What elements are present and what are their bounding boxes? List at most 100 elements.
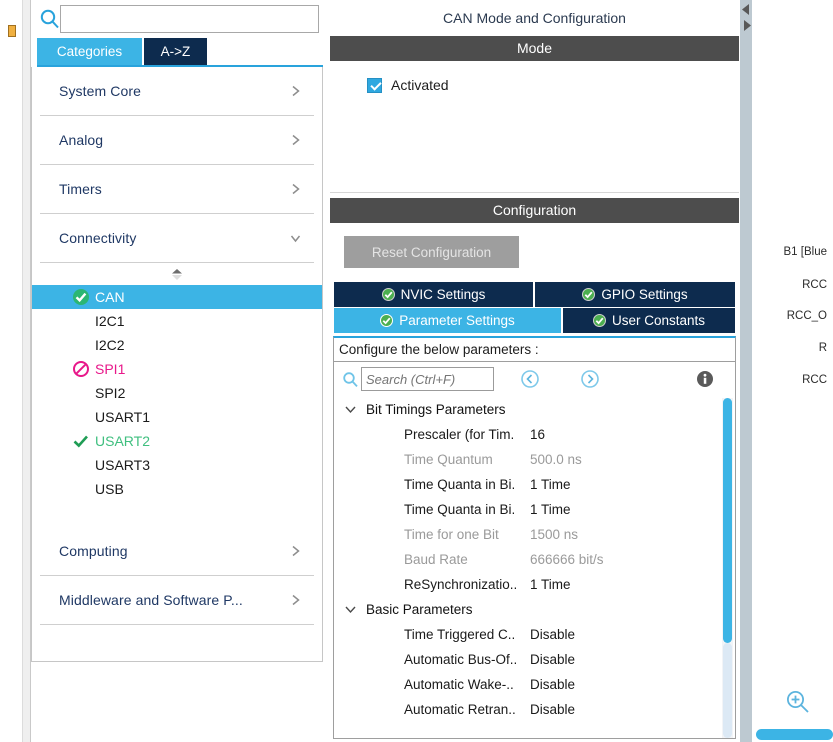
table-row: Time for one Bit 1500 ns (334, 522, 735, 547)
list-collapse-handle[interactable] (40, 263, 314, 285)
circle-forward-arrow-icon[interactable] (580, 369, 600, 389)
zoom-in-icon[interactable] (784, 688, 812, 716)
scrollbar-track[interactable] (723, 643, 732, 738)
tab-a-to-z[interactable]: A->Z (144, 38, 207, 65)
category-computing[interactable]: Computing (40, 527, 314, 576)
zoom-slider[interactable] (756, 729, 833, 740)
tab-gpio-settings[interactable]: GPIO Settings (535, 282, 735, 307)
chevron-right-icon (289, 545, 302, 558)
table-row[interactable]: Automatic Bus-Of.. Disable (334, 647, 735, 672)
pinout-view-panel[interactable]: B1 [Blue RCC RCC_O R RCC (752, 0, 833, 742)
activated-checkbox[interactable] (367, 77, 382, 93)
param-value: 500.0 ns (530, 452, 582, 467)
table-row[interactable]: Prescaler (for Tim. 16 (334, 422, 735, 447)
scrollbar-thumb[interactable] (723, 398, 732, 643)
collapse-grip-icon (169, 266, 186, 283)
category-connectivity[interactable]: Connectivity (40, 214, 314, 263)
table-row[interactable]: Automatic Wake-.. Disable (334, 672, 735, 697)
peripheral-spi1[interactable]: SPI1 (40, 357, 314, 381)
pin-label[interactable]: RCC_O (787, 310, 827, 322)
pin-label[interactable]: RCC (802, 279, 827, 291)
green-check-badge-icon (380, 314, 394, 327)
category-timers[interactable]: Timers (40, 165, 314, 214)
circle-back-arrow-icon[interactable] (520, 369, 540, 389)
group-bit-timings-parameters[interactable]: Bit Timings Parameters (334, 397, 735, 422)
splitter-arrows[interactable] (741, 2, 752, 36)
pin-label[interactable]: B1 [Blue (784, 246, 827, 258)
component-search-row (31, 2, 323, 35)
param-value[interactable]: Disable (530, 622, 575, 647)
configuration-section-header: Configuration (330, 198, 739, 223)
param-value[interactable]: Disable (530, 647, 575, 672)
param-name: ReSynchronizatio.. (404, 577, 518, 592)
category-label: Timers (59, 181, 102, 197)
parameter-search-row (334, 363, 735, 396)
pin-label[interactable]: RCC (802, 374, 827, 386)
can-configuration-panel: CAN Mode and Configuration Mode Activate… (330, 0, 739, 742)
reset-configuration-button[interactable]: Reset Configuration (344, 236, 519, 268)
group-basic-parameters[interactable]: Basic Parameters (334, 597, 735, 622)
configure-hint: Configure the below parameters : (334, 338, 735, 362)
configuration-section-body: Reset Configuration NVIC Settings GPIO S… (330, 223, 739, 742)
activated-label: Activated (391, 77, 449, 93)
peripheral-usart2[interactable]: USART2 (40, 429, 314, 453)
param-value[interactable]: Disable (530, 697, 575, 722)
info-icon[interactable] (695, 369, 715, 389)
param-value[interactable]: Disable (530, 672, 575, 697)
search-icon (342, 371, 359, 388)
param-value[interactable]: 1 Time (530, 572, 571, 597)
panel-splitter[interactable] (739, 0, 752, 742)
left-gutter (22, 0, 31, 742)
peripheral-can[interactable]: CAN (32, 285, 322, 309)
peripheral-label: USART3 (95, 457, 150, 473)
table-row[interactable]: ReSynchronizatio.. 1 Time (334, 572, 735, 597)
table-row[interactable]: Time Quanta in Bi. 1 Time (334, 497, 735, 522)
peripheral-usart1[interactable]: USART1 (40, 405, 314, 429)
peripheral-usart3[interactable]: USART3 (40, 453, 314, 477)
peripheral-i2c2[interactable]: I2C2 (40, 333, 314, 357)
tab-label: User Constants (611, 313, 706, 328)
triangle-right-icon (744, 20, 751, 31)
pin-label[interactable]: R (819, 342, 827, 354)
peripheral-i2c1[interactable]: I2C1 (40, 309, 314, 333)
peripheral-usb[interactable]: USB (40, 477, 314, 501)
category-label: Middleware and Software P... (59, 592, 243, 608)
green-check-badge-icon (582, 288, 596, 301)
tab-categories[interactable]: Categories (37, 38, 142, 65)
category-label: System Core (59, 83, 142, 99)
tab-nvic-settings[interactable]: NVIC Settings (334, 282, 533, 307)
chevron-down-icon (344, 604, 357, 615)
table-row[interactable]: Automatic Retran.. Disable (334, 697, 735, 722)
param-name: Time for one Bit (404, 527, 499, 542)
peripheral-spi2[interactable]: SPI2 (40, 381, 314, 405)
category-system-core[interactable]: System Core (40, 67, 314, 116)
peripheral-label: SPI1 (95, 361, 126, 377)
group-label: Bit Timings Parameters (366, 402, 506, 417)
group-label: Basic Parameters (366, 602, 473, 617)
browser-tabs: Categories A->Z (31, 38, 323, 66)
search-icon (39, 8, 61, 30)
search-input[interactable] (60, 5, 319, 33)
application-window: Categories A->Z System Core Analog Timer… (0, 0, 833, 742)
tab-parameter-settings[interactable]: Parameter Settings (334, 308, 561, 333)
mode-section-body: Activated (330, 61, 739, 193)
parameter-search-input[interactable] (361, 367, 494, 391)
green-check-badge-icon (381, 288, 395, 301)
parameter-tree: Bit Timings Parameters Prescaler (for Ti… (334, 397, 735, 738)
table-row[interactable]: Time Triggered C.. Disable (334, 622, 735, 647)
parameter-tree-scrollbar[interactable] (722, 398, 733, 738)
table-row: Time Quantum 500.0 ns (334, 447, 735, 472)
activated-checkbox-row[interactable]: Activated (367, 77, 449, 93)
category-analog[interactable]: Analog (40, 116, 314, 165)
param-value[interactable]: 1 Time (530, 472, 571, 497)
tab-label: GPIO Settings (601, 287, 688, 302)
chevron-right-icon (289, 594, 302, 607)
param-value[interactable]: 16 (530, 422, 545, 447)
tab-user-constants[interactable]: User Constants (563, 308, 735, 333)
param-value[interactable]: 1 Time (530, 497, 571, 522)
tab-label: Parameter Settings (399, 313, 515, 328)
peripheral-label: USART2 (95, 433, 150, 449)
category-middleware[interactable]: Middleware and Software P... (40, 576, 314, 625)
table-row[interactable]: Time Quanta in Bi. 1 Time (334, 472, 735, 497)
